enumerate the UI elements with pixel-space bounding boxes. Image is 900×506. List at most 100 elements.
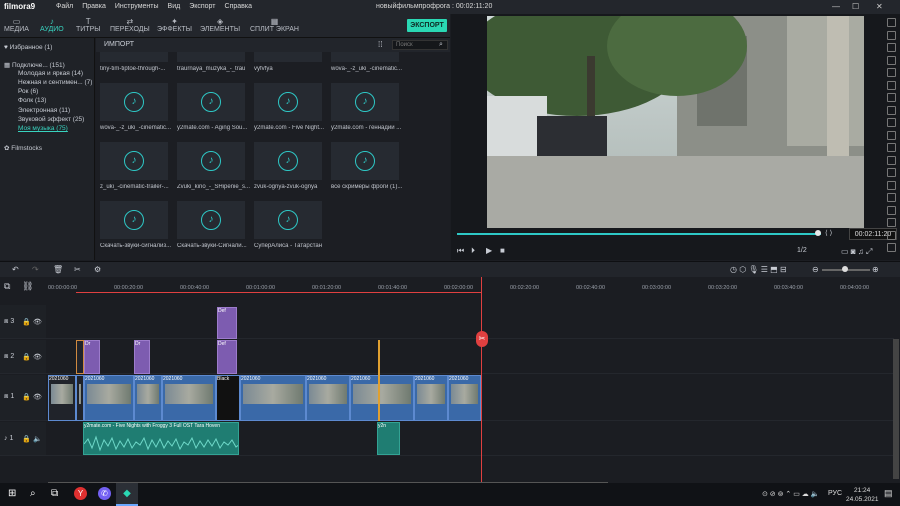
- menu-file[interactable]: Файл: [56, 3, 73, 10]
- zoom-out-icon[interactable]: ⊖: [812, 265, 819, 274]
- eye-icon[interactable]: 👁: [33, 353, 42, 361]
- tray-icons[interactable]: ⊙ ⊘ ⊚ ⌃ ▭ ☁ 🔈: [762, 490, 819, 498]
- adjust-icon[interactable]: ⚙: [94, 265, 101, 274]
- tab-elements[interactable]: ◈ ЭЛЕМЕНТЫ: [200, 17, 240, 33]
- tool-strip-button[interactable]: [887, 130, 896, 140]
- media-tile[interactable]: ♪: [100, 83, 168, 121]
- audio-clip[interactable]: y2mate.com - Five Nights with Froggy 3 F…: [83, 422, 239, 455]
- tool-strip-button[interactable]: [887, 205, 896, 215]
- menu-view[interactable]: Вид: [168, 3, 181, 10]
- category-item[interactable]: Электронная (11): [18, 107, 70, 114]
- category-item[interactable]: Молодая и яркая (14): [18, 70, 83, 77]
- category-item[interactable]: Рок (6): [18, 88, 38, 95]
- search-box[interactable]: Поиск ⌕: [392, 40, 448, 50]
- menu-help[interactable]: Справка: [225, 3, 252, 10]
- undo-icon[interactable]: ↶: [12, 265, 19, 274]
- library-filmstocks[interactable]: ✿ Filmstocks: [4, 144, 42, 152]
- lock-icon[interactable]: 🔒: [22, 393, 31, 401]
- tool-strip-button[interactable]: [887, 55, 896, 65]
- media-tile[interactable]: ♪: [254, 83, 322, 121]
- mark-in-out-icon[interactable]: ⟨ ⟩: [825, 229, 832, 237]
- media-tile[interactable]: ♪: [100, 142, 168, 180]
- scrubber-handle[interactable]: [815, 230, 821, 236]
- video-clip[interactable]: 2021060: [48, 375, 76, 421]
- zoom-in-icon[interactable]: ⊕: [872, 265, 879, 274]
- notification-icon[interactable]: ▤: [884, 488, 893, 499]
- viber-icon[interactable]: ✆: [98, 487, 111, 500]
- maximize-icon[interactable]: ☐: [852, 2, 859, 11]
- playhead-cut-icon[interactable]: ✂: [476, 331, 488, 347]
- timeline-tools-icon[interactable]: ◷ ⬡ 🎙 ☰ ⬒ ⊟: [730, 265, 787, 274]
- grid-view-icon[interactable]: ⁞⁞: [378, 40, 382, 49]
- tool-strip-button[interactable]: [887, 18, 896, 27]
- filmora-taskbar-icon[interactable]: ◆: [116, 483, 138, 506]
- add-track-icon[interactable]: ⧉: [4, 281, 10, 292]
- tool-strip-button[interactable]: [887, 155, 896, 165]
- title-clip[interactable]: Dr: [134, 340, 150, 374]
- link-icon[interactable]: ⛓: [22, 281, 33, 292]
- category-item[interactable]: Нежная и сентимен... (7): [18, 79, 92, 86]
- tool-strip-button[interactable]: [887, 118, 896, 127]
- media-tile[interactable]: ♪: [331, 142, 399, 180]
- speaker-icon[interactable]: 🔈: [33, 435, 42, 443]
- video-clip[interactable]: [76, 375, 84, 421]
- zoom-handle[interactable]: [842, 266, 848, 272]
- media-tile[interactable]: ♪: [254, 142, 322, 180]
- playback-ratio[interactable]: 1/2: [797, 247, 807, 254]
- category-item[interactable]: Звуковой эффект (25): [18, 116, 84, 123]
- media-tile[interactable]: [254, 52, 322, 62]
- task-view-icon[interactable]: ⧉: [51, 488, 58, 499]
- media-tile[interactable]: ♪: [100, 201, 168, 239]
- play-slow-icon[interactable]: ⏵: [471, 246, 475, 256]
- vertical-scrollbar[interactable]: [893, 339, 899, 479]
- language-indicator[interactable]: РУС: [828, 490, 842, 497]
- video-clip[interactable]: 2021060: [448, 375, 481, 421]
- tab-transitions[interactable]: ⇄ ПЕРЕХОДЫ: [110, 17, 150, 33]
- tab-split-screen[interactable]: ▦ СПЛИТ ЭКРАН: [250, 17, 299, 33]
- preview-scrubber[interactable]: [457, 233, 821, 235]
- play-icon[interactable]: ▶: [486, 246, 492, 255]
- stop-icon[interactable]: ■: [500, 246, 505, 255]
- tool-strip-button[interactable]: [887, 80, 896, 90]
- export-button[interactable]: ЭКСПОРТ: [407, 19, 447, 32]
- category-item[interactable]: Фолк (13): [18, 97, 46, 104]
- search-icon[interactable]: ⌕: [439, 41, 443, 49]
- preview-tools-icon[interactable]: ▭ ◙ ♫ ⤢: [841, 247, 872, 257]
- redo-icon[interactable]: ↷: [32, 265, 39, 274]
- tool-strip-button[interactable]: [887, 30, 896, 40]
- library-connected[interactable]: ▦ Подключе... (151): [4, 61, 65, 69]
- tool-strip-button[interactable]: [887, 243, 896, 252]
- tool-strip-button[interactable]: [887, 68, 896, 77]
- tool-strip-button[interactable]: [887, 218, 896, 227]
- title-clip[interactable]: Def: [217, 340, 237, 374]
- category-my-music[interactable]: Моя музыка (75): [18, 125, 68, 132]
- tool-strip-button[interactable]: [887, 168, 896, 177]
- media-tile[interactable]: ♪: [254, 201, 322, 239]
- video-clip[interactable]: 2021060: [240, 375, 306, 421]
- playhead-line[interactable]: [481, 277, 482, 483]
- lock-icon[interactable]: 🔒: [22, 318, 31, 326]
- video-clip[interactable]: 2021060: [84, 375, 134, 421]
- tab-media[interactable]: ▭ МЕДИА: [4, 17, 29, 33]
- cut-icon[interactable]: ✂: [74, 265, 81, 274]
- eye-icon[interactable]: 👁: [33, 393, 42, 401]
- media-tile[interactable]: ♪: [331, 83, 399, 121]
- tool-strip-button[interactable]: [887, 143, 896, 152]
- delete-icon[interactable]: 🗑: [53, 265, 63, 274]
- menu-export[interactable]: Экспорт: [189, 3, 215, 10]
- step-back-icon[interactable]: ⏮: [457, 246, 464, 256]
- media-tile[interactable]: ♪: [177, 201, 245, 239]
- clip-edge[interactable]: [76, 340, 84, 374]
- tool-strip-button[interactable]: [887, 193, 896, 202]
- menu-tools[interactable]: Инструменты: [115, 3, 159, 10]
- video-clip[interactable]: 2021060: [162, 375, 216, 421]
- tool-strip-button[interactable]: [887, 43, 896, 52]
- media-tile[interactable]: [177, 52, 245, 62]
- media-tile[interactable]: ♪: [177, 83, 245, 121]
- video-clip[interactable]: 2021060: [414, 375, 448, 421]
- yandex-icon[interactable]: Y: [74, 487, 87, 500]
- audio-clip[interactable]: y2n: [377, 422, 400, 455]
- media-tile[interactable]: [331, 52, 399, 62]
- windows-start-icon[interactable]: ⊞: [8, 488, 16, 499]
- lock-icon[interactable]: 🔒: [22, 353, 31, 361]
